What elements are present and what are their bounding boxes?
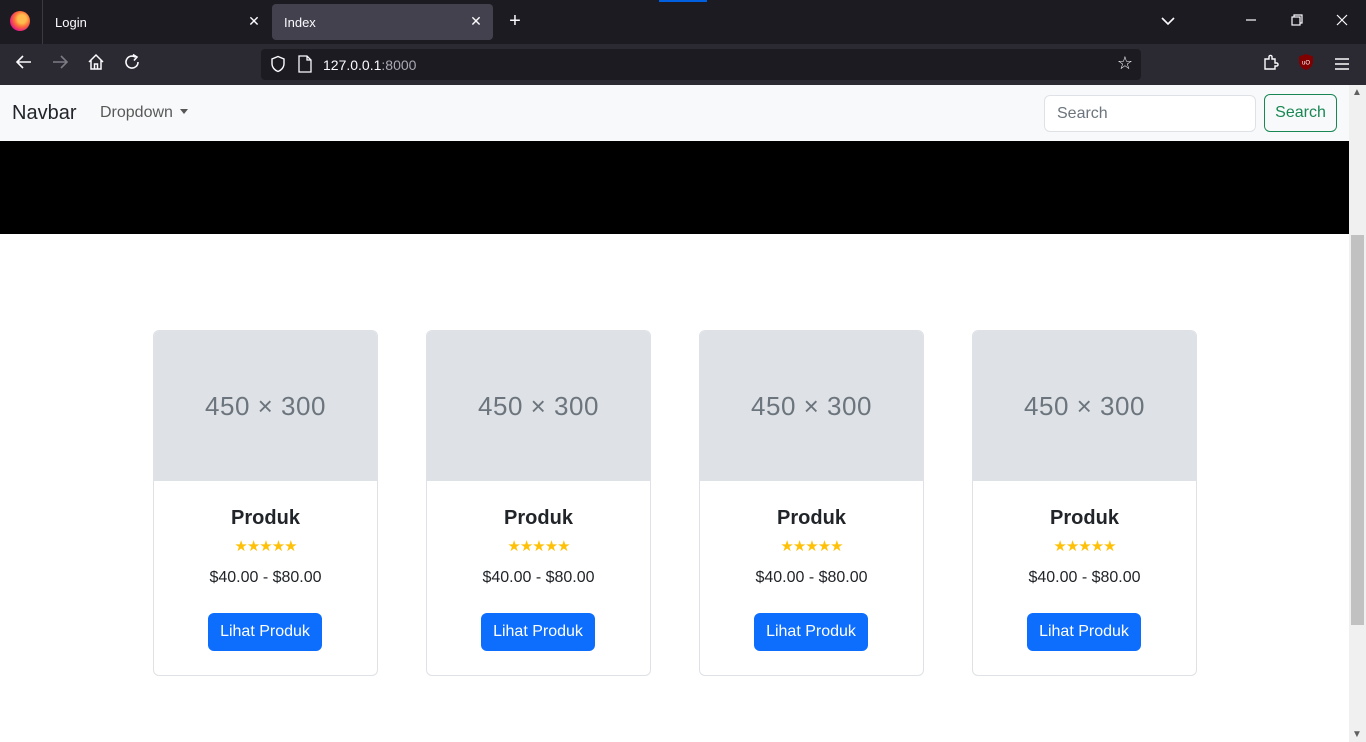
view-product-button[interactable]: Lihat Produk bbox=[754, 613, 868, 651]
address-bar[interactable]: 127.0.0.1:8000 ☆ bbox=[261, 49, 1141, 80]
product-price: $40.00 - $80.00 bbox=[482, 569, 595, 586]
rating-stars: ★★★★★ bbox=[780, 538, 843, 555]
tab-label: Index bbox=[284, 15, 316, 30]
url-text: 127.0.0.1:8000 bbox=[323, 57, 416, 73]
navbar-brand[interactable]: Navbar bbox=[12, 102, 76, 125]
extensions-icon[interactable] bbox=[1259, 53, 1283, 77]
product-title: Produk bbox=[777, 507, 846, 529]
bookmark-star-icon[interactable]: ☆ bbox=[1117, 53, 1133, 74]
close-window-icon[interactable] bbox=[1332, 12, 1352, 32]
close-icon[interactable]: ✕ bbox=[467, 12, 485, 30]
browser-toolbar: 127.0.0.1:8000 ☆ uO bbox=[0, 44, 1366, 85]
minimize-icon[interactable] bbox=[1241, 12, 1261, 32]
scroll-down-arrow-icon[interactable]: ▼ bbox=[1352, 729, 1362, 740]
firefox-icon[interactable] bbox=[10, 11, 30, 31]
dropdown-toggle[interactable]: Dropdown bbox=[100, 104, 188, 122]
tracking-shield-icon[interactable] bbox=[269, 55, 287, 73]
page-scrollbar[interactable]: ▲ ▼ bbox=[1349, 85, 1366, 742]
view-product-button[interactable]: Lihat Produk bbox=[208, 613, 322, 651]
home-icon[interactable] bbox=[84, 53, 108, 77]
product-title: Produk bbox=[231, 507, 300, 529]
back-icon[interactable] bbox=[12, 53, 36, 77]
product-image-placeholder: 450 × 300 bbox=[154, 331, 377, 481]
view-product-button[interactable]: Lihat Produk bbox=[481, 613, 595, 651]
rating-stars: ★★★★★ bbox=[1053, 538, 1116, 555]
product-price: $40.00 - $80.00 bbox=[1028, 569, 1141, 586]
product-image-placeholder: 450 × 300 bbox=[973, 331, 1196, 481]
product-image-placeholder: 450 × 300 bbox=[427, 331, 650, 481]
close-icon[interactable]: ✕ bbox=[245, 12, 263, 30]
product-image-placeholder: 450 × 300 bbox=[700, 331, 923, 481]
url-host: 127.0.0.1 bbox=[323, 57, 382, 73]
product-title: Produk bbox=[1050, 507, 1119, 529]
menu-icon[interactable] bbox=[1330, 53, 1354, 77]
search-button[interactable]: Search bbox=[1264, 94, 1337, 132]
tab-index[interactable]: Index ✕ bbox=[272, 4, 493, 40]
site-navbar: Navbar Dropdown Search bbox=[0, 85, 1349, 141]
search-input[interactable] bbox=[1044, 95, 1256, 132]
hero-banner bbox=[0, 141, 1349, 234]
page-icon[interactable] bbox=[297, 55, 313, 73]
rating-stars: ★★★★★ bbox=[507, 538, 570, 555]
restore-icon[interactable] bbox=[1287, 12, 1307, 32]
list-tabs-icon[interactable] bbox=[1158, 12, 1178, 32]
tab-login[interactable]: Login ✕ bbox=[43, 4, 271, 40]
scrollbar-thumb[interactable] bbox=[1351, 235, 1364, 625]
tab-strip: Login ✕ Index ✕ + bbox=[0, 0, 1366, 44]
product-card: 450 × 300 Produk ★★★★★ $40.00 - $80.00 L… bbox=[972, 330, 1197, 676]
forward-icon[interactable] bbox=[48, 53, 72, 77]
reload-icon[interactable] bbox=[120, 53, 144, 77]
dropdown-label: Dropdown bbox=[100, 104, 173, 121]
new-tab-button[interactable]: + bbox=[504, 11, 526, 33]
svg-text:uO: uO bbox=[1302, 61, 1310, 67]
scroll-up-arrow-icon[interactable]: ▲ bbox=[1352, 87, 1362, 98]
page-viewport: Navbar Dropdown Search 450 × 300 Produk … bbox=[0, 85, 1349, 742]
product-card: 450 × 300 Produk ★★★★★ $40.00 - $80.00 L… bbox=[426, 330, 651, 676]
product-card: 450 × 300 Produk ★★★★★ $40.00 - $80.00 L… bbox=[153, 330, 378, 676]
product-title: Produk bbox=[504, 507, 573, 529]
tab-indicator bbox=[659, 0, 707, 2]
tab-label: Login bbox=[55, 15, 87, 30]
caret-down-icon bbox=[179, 109, 188, 114]
rating-stars: ★★★★★ bbox=[234, 538, 297, 555]
product-card: 450 × 300 Produk ★★★★★ $40.00 - $80.00 L… bbox=[699, 330, 924, 676]
url-port: :8000 bbox=[381, 57, 417, 73]
product-price: $40.00 - $80.00 bbox=[755, 569, 868, 586]
ublock-icon[interactable]: uO bbox=[1294, 53, 1318, 77]
product-price: $40.00 - $80.00 bbox=[209, 569, 322, 586]
view-product-button[interactable]: Lihat Produk bbox=[1027, 613, 1141, 651]
